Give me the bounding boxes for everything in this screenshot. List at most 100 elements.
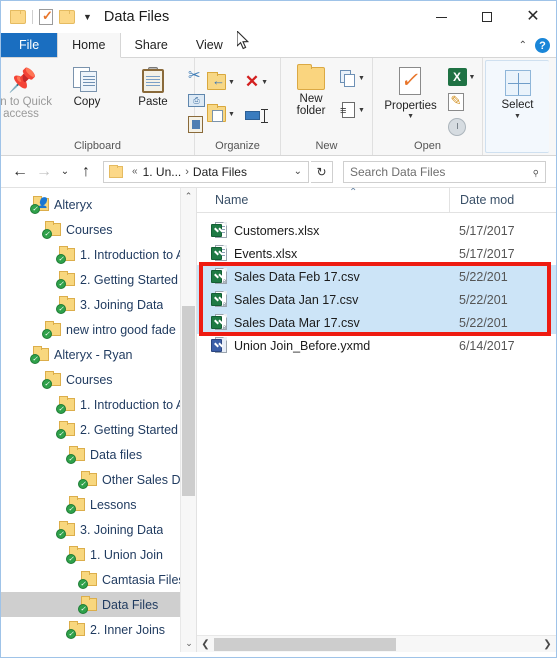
maximize-button[interactable] bbox=[464, 1, 510, 33]
recent-locations-button[interactable]: ⌄ bbox=[57, 160, 73, 184]
tree-item-courses[interactable]: ✓ Courses bbox=[1, 217, 196, 242]
copy-to-icon bbox=[206, 104, 226, 122]
ribbon: 📌 Pin to Quick access Copy Paste ✂ ⎙ bbox=[0, 58, 556, 156]
column-header-date-modified[interactable]: Date mod bbox=[449, 188, 514, 213]
tree-item-joining-data-1[interactable]: ✓ 3. Joining Data bbox=[1, 292, 196, 317]
tree-item-getting-started-2[interactable]: ✓ 2. Getting Started in bbox=[1, 417, 196, 442]
chevron-down-icon[interactable]: ▼ bbox=[469, 74, 476, 81]
chevron-down-icon[interactable]: ▼ bbox=[358, 75, 365, 82]
tab-view[interactable]: View bbox=[182, 33, 237, 57]
chevron-up-icon[interactable]: ⌃ bbox=[519, 40, 527, 51]
tree-item-other-sales-data[interactable]: ✓ Other Sales Data bbox=[1, 467, 196, 492]
tree-item-new-intro-good-fade[interactable]: ✓ new intro good fade bbox=[1, 317, 196, 342]
tree-item-label: 1. Introduction to A bbox=[80, 397, 185, 412]
folder-icon[interactable] bbox=[10, 10, 26, 24]
breadcrumb-overflow[interactable]: « bbox=[132, 166, 138, 177]
move-to-button[interactable]: ▼ bbox=[206, 72, 235, 92]
group-label-new: New bbox=[315, 140, 338, 152]
tree-item-camtasia-files[interactable]: ✓ Camtasia Files bbox=[1, 567, 196, 592]
tab-file[interactable]: File bbox=[1, 33, 58, 57]
up-button[interactable]: ↑ bbox=[75, 160, 97, 184]
folder-icon: ✓ bbox=[78, 596, 97, 614]
table-row[interactable]: a Sales Data Feb 17.csv 5/22/201 bbox=[197, 265, 556, 288]
ribbon-group-clipboard: 📌 Pin to Quick access Copy Paste ✂ ⎙ bbox=[0, 58, 205, 155]
customize-quick-access-caret-icon[interactable]: ▼ bbox=[83, 12, 92, 22]
table-row[interactable]: Union Join_Before.yxmd 6/14/2017 bbox=[197, 334, 556, 357]
help-button[interactable]: ? bbox=[535, 38, 550, 53]
tree-item-courses-2[interactable]: ✓ Courses bbox=[1, 367, 196, 392]
rename-button[interactable] bbox=[244, 106, 268, 126]
copy-button[interactable]: Copy bbox=[56, 64, 118, 108]
delete-button[interactable]: ✕ ▼ bbox=[245, 72, 268, 92]
chevron-down-icon[interactable]: ▼ bbox=[407, 113, 414, 120]
tree-item-alteryx[interactable]: 👤 ✓ Alteryx bbox=[1, 192, 196, 217]
open-with-excel-button[interactable]: X ▼ bbox=[447, 67, 476, 87]
chevron-right-icon[interactable]: › bbox=[185, 166, 189, 178]
properties-icon[interactable] bbox=[39, 8, 53, 25]
tree-item-data-files-lower[interactable]: ✓ Data files bbox=[1, 442, 196, 467]
file-name-label: Union Join_Before.yxmd bbox=[234, 338, 371, 353]
chevron-down-icon[interactable]: ▼ bbox=[261, 79, 268, 86]
edit-icon bbox=[447, 93, 464, 111]
chevron-down-icon[interactable]: ▼ bbox=[228, 111, 235, 118]
table-row[interactable]: a Sales Data Jan 17.csv 5/22/201 bbox=[197, 288, 556, 311]
forward-button[interactable]: → bbox=[33, 160, 55, 184]
chevron-down-icon[interactable]: ⌄ bbox=[294, 166, 305, 177]
tree-item-data-files-selected[interactable]: ✓ Data Files bbox=[1, 592, 196, 617]
scroll-down-icon[interactable]: ⌄ bbox=[181, 635, 196, 652]
pin-icon: 📌 bbox=[8, 67, 37, 93]
pin-to-quick-access-label: Pin to Quick access bbox=[0, 96, 52, 120]
scrollbar-thumb[interactable] bbox=[182, 306, 195, 496]
tree-item-introduction-2[interactable]: ✓ 1. Introduction to A bbox=[1, 392, 196, 417]
navigation-pane-scrollbar[interactable]: ⌃ ⌄ bbox=[180, 188, 196, 652]
properties-button[interactable]: ✓ Properties ▼ bbox=[380, 64, 442, 120]
search-input[interactable]: Search Data Files bbox=[350, 165, 532, 179]
easy-access-button[interactable]: ≡ ▼ bbox=[340, 100, 365, 120]
tree-item-joining-data-2[interactable]: ✓ 3. Joining Data bbox=[1, 517, 196, 542]
column-header-name[interactable]: Name ⌃ bbox=[197, 188, 449, 207]
tree-item-alteryx-ryan[interactable]: ✓ Alteryx - Ryan bbox=[1, 342, 196, 367]
chevron-down-icon[interactable]: ▼ bbox=[228, 79, 235, 86]
tree-item-introduction-1[interactable]: ✓ 1. Introduction to A bbox=[1, 242, 196, 267]
breadcrumb-segment-2[interactable]: Data Files bbox=[193, 165, 247, 179]
tree-item-inner-joins[interactable]: ✓ 2. Inner Joins bbox=[1, 617, 196, 642]
refresh-button[interactable]: ↻ bbox=[311, 160, 333, 183]
new-item-button[interactable]: ▼ bbox=[340, 68, 365, 88]
table-row[interactable]: Customers.xlsx 5/17/2017 bbox=[197, 219, 556, 242]
tree-item-label: Data files bbox=[90, 447, 143, 462]
tab-share[interactable]: Share bbox=[121, 33, 182, 57]
minimize-button[interactable] bbox=[418, 1, 464, 33]
scroll-right-icon[interactable]: ❯ bbox=[539, 639, 556, 650]
tree-item-lessons[interactable]: ✓ Lessons bbox=[1, 492, 196, 517]
scrollbar-track[interactable] bbox=[214, 637, 539, 652]
copy-to-button[interactable]: ▼ bbox=[206, 104, 235, 124]
back-button[interactable]: ← bbox=[9, 160, 31, 184]
breadcrumb[interactable]: « 1. Un... › Data Files ⌄ bbox=[103, 160, 309, 183]
scrollbar-thumb[interactable] bbox=[214, 637, 396, 651]
chevron-down-icon[interactable]: ▼ bbox=[358, 107, 365, 114]
new-folder-button[interactable]: New folder bbox=[288, 64, 334, 117]
table-row[interactable]: a Sales Data Mar 17.csv 5/22/201 bbox=[197, 311, 556, 334]
tree-item-union-join[interactable]: ✓ 1. Union Join bbox=[1, 542, 196, 567]
search-box[interactable]: Search Data Files ⌕ bbox=[343, 160, 546, 183]
history-button[interactable] bbox=[447, 117, 476, 137]
edit-button[interactable] bbox=[447, 92, 476, 112]
scroll-up-icon[interactable]: ⌃ bbox=[181, 188, 196, 205]
pin-to-quick-access-button[interactable]: 📌 Pin to Quick access bbox=[0, 64, 52, 120]
tab-home[interactable]: Home bbox=[57, 33, 121, 58]
breadcrumb-segment-1[interactable]: 1. Un... bbox=[143, 165, 182, 179]
select-button[interactable]: Select ▼ bbox=[491, 67, 545, 120]
select-icon bbox=[504, 70, 531, 96]
scroll-left-icon[interactable]: ❮ bbox=[197, 639, 214, 650]
new-folder-icon[interactable] bbox=[59, 10, 75, 24]
sort-ascending-icon: ⌃ bbox=[349, 188, 358, 198]
file-list-horizontal-scrollbar[interactable]: ❮ ❯ bbox=[197, 635, 556, 652]
table-row[interactable]: Events.xlsx 5/17/2017 bbox=[197, 242, 556, 265]
tree-item-label: Data Files bbox=[102, 597, 159, 612]
chevron-down-icon[interactable]: ▼ bbox=[514, 113, 521, 120]
paste-button[interactable]: Paste bbox=[122, 64, 184, 108]
close-button[interactable]: ✕ bbox=[510, 1, 556, 33]
properties-label: Properties bbox=[384, 100, 437, 112]
folder-icon: ✓ bbox=[56, 396, 75, 414]
tree-item-getting-started-1[interactable]: ✓ 2. Getting Started in bbox=[1, 267, 196, 292]
